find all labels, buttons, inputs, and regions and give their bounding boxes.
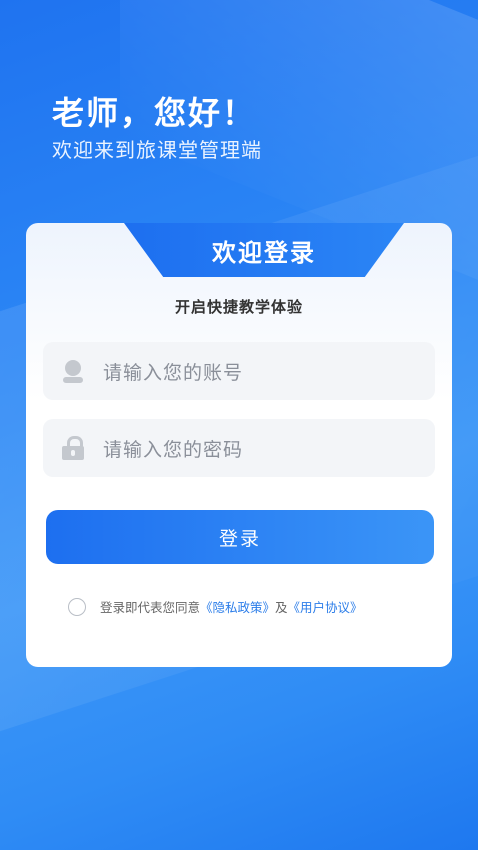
login-card: 欢迎登录 开启快捷教学体验 请输入您的账号 请输入您的密码 登录 登录即代表您同… [26,223,452,667]
agreement-text: 登录即代表您同意 [100,600,201,615]
greeting-title: 老师，您好！ [52,94,257,132]
agreement-checkbox[interactable] [68,597,86,616]
user-agreement-link[interactable]: 《用户协议》 [288,597,363,616]
user-icon [61,359,85,383]
account-field[interactable]: 请输入您的账号 [43,342,435,400]
password-field[interactable]: 请输入您的密码 [43,419,435,477]
privacy-policy-link[interactable]: 《隐私政策》 [200,597,275,616]
lock-icon [61,436,85,460]
tagline: 开启快捷教学体验 [174,298,303,316]
login-tab-title: 欢迎登录 [212,238,316,267]
account-placeholder: 请输入您的账号 [103,361,244,384]
login-button[interactable]: 登录 [46,510,434,564]
agreement-and: 及 [275,600,288,615]
agreement-row: 登录即代表您同意 《隐私政策》 及 《用户协议》 [68,597,363,616]
password-placeholder: 请输入您的密码 [103,438,244,461]
login-tab: 欢迎登录 [124,223,404,277]
welcome-subtitle: 欢迎来到旅课堂管理端 [52,138,262,162]
